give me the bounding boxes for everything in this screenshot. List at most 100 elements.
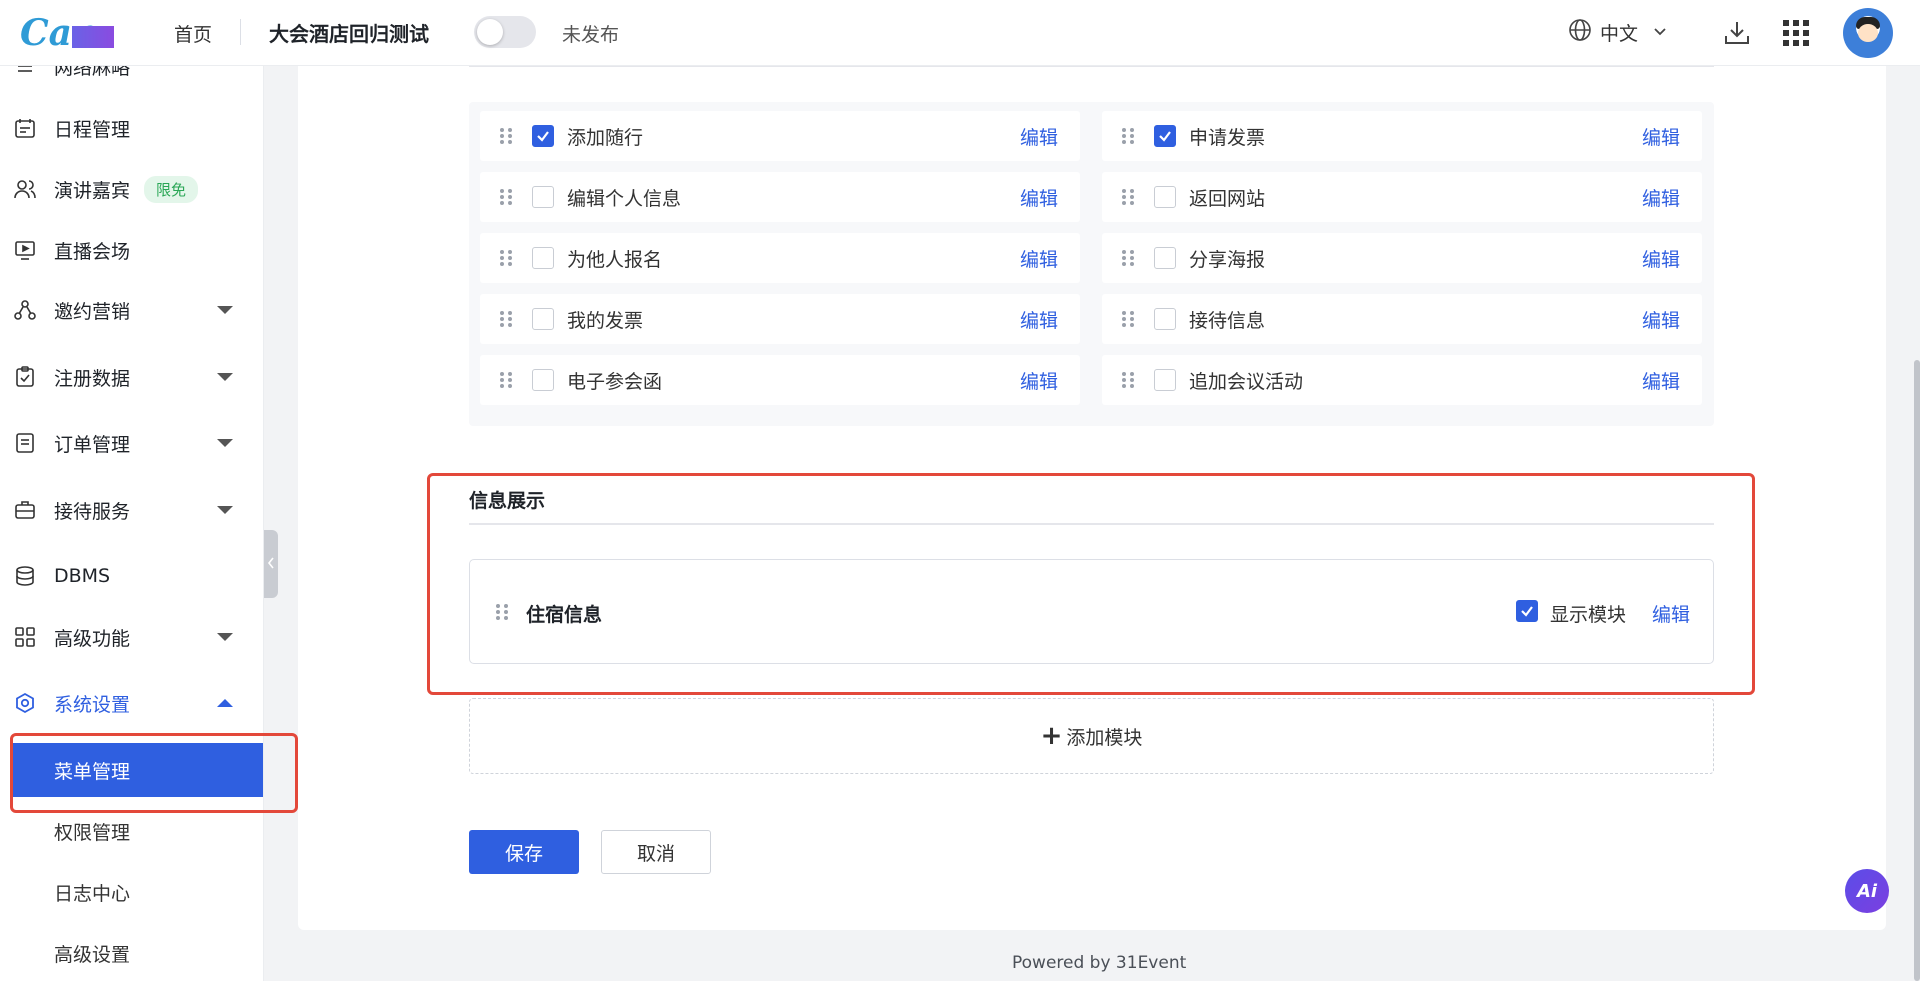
module-row: 追加会议活动 编辑 <box>1102 355 1702 405</box>
module-edit-link[interactable]: 编辑 <box>1020 306 1058 333</box>
module-edit-link[interactable]: 编辑 <box>1020 245 1058 272</box>
grid-icon <box>14 626 36 648</box>
highlight-box-info <box>427 473 1755 695</box>
sidebar-sub-logs[interactable]: 日志中心 <box>12 865 263 919</box>
section-divider <box>469 66 1714 67</box>
module-row: 申请发票 编辑 <box>1102 111 1702 161</box>
database-icon <box>14 565 36 587</box>
module-row: 分享海报 编辑 <box>1102 233 1702 283</box>
globe-icon <box>1568 18 1592 47</box>
module-checkbox[interactable] <box>532 308 554 330</box>
drag-handle-icon[interactable] <box>500 189 512 205</box>
bag-icon <box>14 499 36 521</box>
apps-grid-icon[interactable] <box>1779 16 1813 50</box>
module-label: 编辑个人信息 <box>567 187 682 210</box>
module-checkbox[interactable] <box>1154 369 1176 391</box>
module-label: 追加会议活动 <box>1189 370 1304 393</box>
caret-down-icon <box>217 306 233 314</box>
module-checkbox[interactable] <box>532 125 554 147</box>
module-label: 我的发票 <box>567 309 644 332</box>
module-edit-link[interactable]: 编辑 <box>1642 367 1680 394</box>
page-scrollbar[interactable] <box>1914 360 1920 981</box>
cancel-button[interactable]: 取消 <box>601 830 711 874</box>
sidebar-item-system-settings[interactable]: 系统设置 <box>0 676 263 730</box>
module-checkbox[interactable] <box>1154 247 1176 269</box>
module-row: 电子参会函 编辑 <box>480 355 1080 405</box>
sidebar-item-orders[interactable]: 订单管理 <box>0 416 263 470</box>
sidebar-item-schedule[interactable]: 日程管理 <box>0 101 263 155</box>
brand-logo-block <box>72 26 114 48</box>
module-checkbox[interactable] <box>1154 308 1176 330</box>
chevron-left-icon <box>266 556 276 573</box>
drag-handle-icon[interactable] <box>500 311 512 327</box>
drag-handle-icon[interactable] <box>500 250 512 266</box>
plus-icon: + <box>1040 721 1063 751</box>
header-divider <box>240 19 241 45</box>
ai-assistant-button[interactable]: Ai <box>1845 869 1889 913</box>
drag-handle-icon[interactable] <box>1122 311 1134 327</box>
sidebar-item-label: 日程管理 <box>54 118 131 141</box>
language-label: 中文 <box>1600 23 1639 45</box>
sidebar-item-label: DBMS <box>54 565 111 587</box>
module-checkbox[interactable] <box>532 369 554 391</box>
publish-toggle[interactable] <box>474 16 536 48</box>
list-icon <box>14 66 36 77</box>
sidebar-item-dbms[interactable]: DBMS <box>0 549 263 603</box>
sidebar-collapse-handle[interactable] <box>264 530 278 598</box>
module-checkbox[interactable] <box>1154 125 1176 147</box>
user-avatar[interactable] <box>1843 8 1893 58</box>
chevron-down-icon <box>1652 22 1668 44</box>
module-edit-link[interactable]: 编辑 <box>1642 306 1680 333</box>
module-label: 返回网站 <box>1189 187 1266 210</box>
language-selector[interactable]: 中文 <box>1568 18 1668 47</box>
module-checkbox[interactable] <box>1154 186 1176 208</box>
sidebar-sub-advanced-settings[interactable]: 高级设置 <box>12 926 263 980</box>
sidebar-item-label: 邀约营销 <box>54 300 131 323</box>
module-label: 分享海报 <box>1189 248 1266 271</box>
download-icon[interactable] <box>1720 16 1754 50</box>
add-module-label: 添加模块 <box>1066 726 1143 749</box>
caret-up-icon <box>217 699 233 707</box>
drag-handle-icon[interactable] <box>1122 250 1134 266</box>
caret-down-icon <box>217 506 233 514</box>
drag-handle-icon[interactable] <box>1122 189 1134 205</box>
module-edit-link[interactable]: 编辑 <box>1642 245 1680 272</box>
module-edit-link[interactable]: 编辑 <box>1642 184 1680 211</box>
sidebar-item-marketing[interactable]: 邀约营销 <box>0 283 263 337</box>
module-row: 返回网站 编辑 <box>1102 172 1702 222</box>
calendar-icon <box>14 117 36 139</box>
home-link[interactable]: 首页 <box>174 20 212 47</box>
drag-handle-icon[interactable] <box>500 372 512 388</box>
module-edit-link[interactable]: 编辑 <box>1020 123 1058 150</box>
sidebar-item-advanced[interactable]: 高级功能 <box>0 610 263 664</box>
caret-down-icon <box>217 633 233 641</box>
add-module-button[interactable]: + 添加模块 <box>469 698 1714 774</box>
share-icon <box>14 299 36 321</box>
sidebar-item-label: 系统设置 <box>54 693 131 716</box>
module-label: 电子参会函 <box>567 370 663 393</box>
sidebar-item-reception[interactable]: 接待服务 <box>0 483 263 537</box>
highlight-box-menu <box>10 733 298 813</box>
drag-handle-icon[interactable] <box>1122 128 1134 144</box>
sidebar-item-speakers[interactable]: 演讲嘉宾 限免 <box>0 162 263 216</box>
drag-handle-icon[interactable] <box>1122 372 1134 388</box>
sidebar-item-label: 直播会场 <box>54 240 131 263</box>
drag-handle-icon[interactable] <box>500 128 512 144</box>
sidebar-item-label: 注册数据 <box>54 367 131 390</box>
module-checkbox[interactable] <box>532 186 554 208</box>
module-row: 接待信息 编辑 <box>1102 294 1702 344</box>
save-button[interactable]: 保存 <box>469 830 579 874</box>
sidebar-item-network[interactable]: 网络麻略 <box>0 66 263 93</box>
module-row: 为他人报名 编辑 <box>480 233 1080 283</box>
module-edit-link[interactable]: 编辑 <box>1020 367 1058 394</box>
module-edit-link[interactable]: 编辑 <box>1020 184 1058 211</box>
module-label: 添加随行 <box>567 126 644 149</box>
sidebar-item-registration[interactable]: 注册数据 <box>0 350 263 404</box>
module-edit-link[interactable]: 编辑 <box>1642 123 1680 150</box>
module-row: 添加随行 编辑 <box>480 111 1080 161</box>
toggle-knob <box>477 19 503 45</box>
sidebar-item-live[interactable]: 直播会场 <box>0 223 263 277</box>
sidebar-item-label: 接待服务 <box>54 500 131 523</box>
brand-logo[interactable]: Can <box>20 12 114 54</box>
module-checkbox[interactable] <box>532 247 554 269</box>
